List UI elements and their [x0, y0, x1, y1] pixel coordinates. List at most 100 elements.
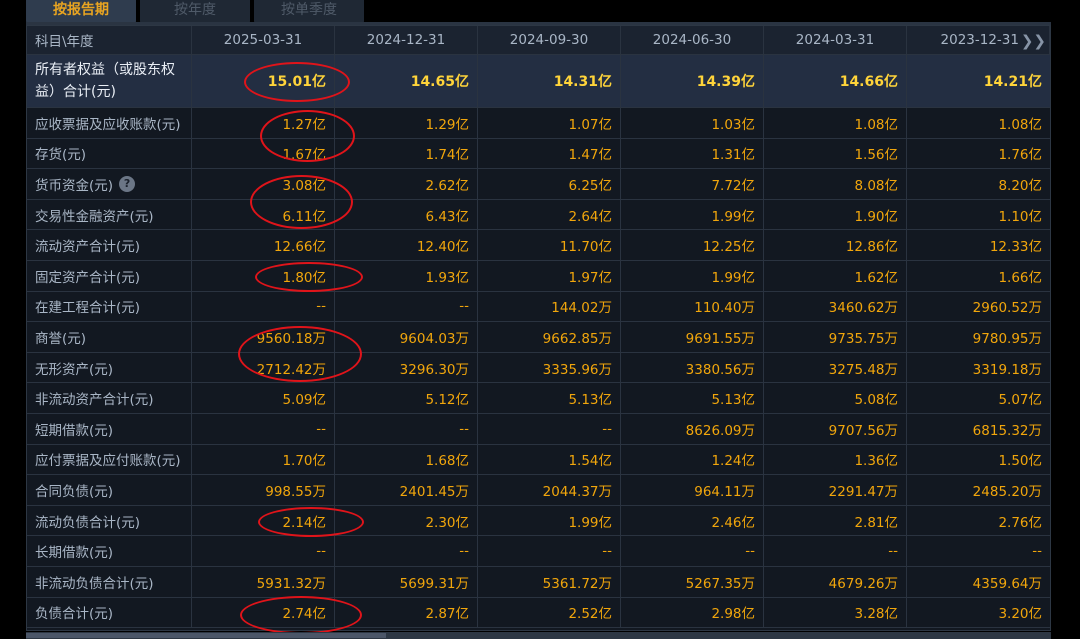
row-label: 非流动负债合计(元)	[27, 567, 192, 597]
table-cell: 1.93亿	[335, 261, 478, 291]
table-row: 在建工程合计(元) -- -- 144.02万 110.40万 3460.62万 2960.…	[27, 291, 1050, 323]
table-cell: 964.11万	[621, 475, 764, 505]
table-row: 长期借款(元) -- -- -- -- -- --	[27, 536, 1050, 567]
table-cell: 1.97亿	[478, 261, 621, 291]
table-row: 应收票据及应收账款(元) 1.27亿 1.29亿 1.07亿 1.03亿 1.08亿 1.0…	[27, 108, 1050, 139]
table-cell: --	[335, 536, 478, 566]
table-cell: 1.24亿	[621, 444, 764, 475]
row-label: 固定资产合计(元)	[27, 261, 192, 291]
table-cell: --	[335, 291, 478, 322]
table-cell: 2.87亿	[335, 597, 478, 628]
table-cell: 1.67亿	[192, 138, 335, 169]
table-cell: 12.86亿	[764, 230, 907, 260]
table-cell: 1.54亿	[478, 444, 621, 475]
row-label: 无形资产(元)	[27, 352, 192, 383]
tab-by-quarter[interactable]: 按单季度	[254, 0, 364, 23]
row-label-text: 流动负债合计(元)	[35, 514, 141, 531]
row-label: 货币资金(元)?	[27, 169, 192, 199]
table-row: 非流动资产合计(元) 5.09亿 5.12亿 5.13亿 5.13亿 5.08亿 5.07亿	[27, 383, 1050, 414]
table-cell: --	[478, 536, 621, 566]
row-label-text: 在建工程合计(元)	[35, 300, 141, 317]
table-row: 短期借款(元) -- -- -- 8626.09万 9707.56万 6815.32万	[27, 414, 1050, 445]
row-label-text: 交易性金融资产(元)	[35, 208, 154, 225]
table-cell: 12.33亿	[989, 239, 1042, 256]
balance-sheet-table: 科目\年度 2025-03-31 2024-12-31 2024-09-30 2…	[26, 25, 1051, 631]
row-label: 应付票据及应付账款(元)	[27, 444, 192, 475]
row-label: 非流动资产合计(元)	[27, 383, 192, 413]
row-label: 流动资产合计(元)	[27, 230, 192, 260]
report-tabs: 按报告期 按年度 按单季度	[26, 0, 364, 23]
table-cell: 1.31亿	[621, 138, 764, 169]
table-row: 货币资金(元)? 3.08亿 2.62亿 6.25亿 7.72亿 8.08亿 8.20亿	[27, 169, 1050, 200]
table-cell: 3.20亿	[998, 606, 1042, 623]
row-label: 所有者权益（或股东权 益）合计(元)	[27, 55, 192, 107]
row-label-text: 无形资产(元)	[35, 361, 114, 378]
table-cell: 1.99亿	[621, 199, 764, 230]
table-cell: --	[192, 536, 335, 566]
horizontal-scrollbar[interactable]	[26, 632, 1051, 639]
row-label-text: 货币资金(元)	[35, 177, 114, 194]
table-cell: 3319.18万	[972, 361, 1042, 378]
table-cell: 2712.42万	[192, 352, 335, 383]
table-cell: 11.70亿	[478, 230, 621, 260]
table-cell: --	[478, 414, 621, 444]
table-cell: 5699.31万	[335, 567, 478, 597]
table-cell: 3275.48万	[764, 352, 907, 383]
table-cell: 1.99亿	[621, 261, 764, 291]
table-cell: 2291.47万	[764, 475, 907, 505]
table-cell: 1.08亿	[764, 108, 907, 138]
table-cell: 15.01亿	[192, 55, 335, 107]
table-cell: 6815.32万	[972, 422, 1042, 439]
table-cell: 3380.56万	[621, 352, 764, 383]
row-label: 短期借款(元)	[27, 414, 192, 444]
table-cell: 9691.55万	[621, 322, 764, 352]
table-cell: --	[192, 414, 335, 444]
table-cell: 12.40亿	[335, 230, 478, 260]
row-label-text: 固定资产合计(元)	[35, 269, 141, 286]
tab-by-report-period[interactable]: 按报告期	[26, 0, 136, 23]
table-cell: 1.27亿	[192, 108, 335, 138]
row-label: 商誉(元)	[27, 322, 192, 352]
table-cell: 5361.72万	[478, 567, 621, 597]
table-cell: --	[764, 536, 907, 566]
table-cell: 5.09亿	[192, 383, 335, 413]
table-cell: --	[621, 536, 764, 566]
table-cell: 12.66亿	[192, 230, 335, 260]
table-cell: 6.11亿	[192, 199, 335, 230]
table-cell: 1.08亿	[998, 116, 1042, 133]
table-row: 流动资产合计(元) 12.66亿 12.40亿 11.70亿 12.25亿 12.86亿 1…	[27, 230, 1050, 261]
help-icon[interactable]: ?	[119, 175, 136, 192]
table-row: 非流动负债合计(元) 5931.32万 5699.31万 5361.72万 5267.3…	[27, 567, 1050, 598]
equity-label-line1: 所有者权益（或股东权	[35, 62, 175, 78]
row-label: 流动负债合计(元)	[27, 505, 192, 536]
double-chevron-right-icon[interactable]: ❯❯	[1021, 32, 1046, 50]
table-cell: 3.28亿	[764, 597, 907, 628]
table-cell: 9662.85万	[478, 322, 621, 352]
table-cell: 2401.45万	[335, 475, 478, 505]
table-cell: 6.25亿	[478, 169, 621, 199]
table-cell: 3296.30万	[335, 352, 478, 383]
table-cell: 5931.32万	[192, 567, 335, 597]
table-cell: 5267.35万	[621, 567, 764, 597]
row-label: 负债合计(元)	[27, 597, 192, 628]
scrollbar-thumb[interactable]	[26, 633, 386, 638]
table-row: 合同负债(元) 998.55万 2401.45万 2044.37万 964.11万 229…	[27, 475, 1050, 506]
row-label-text: 非流动负债合计(元)	[35, 575, 154, 592]
table-cell: 4679.26万	[764, 567, 907, 597]
table-cell: 5.12亿	[335, 383, 478, 413]
table-header-row: 科目\年度 2025-03-31 2024-12-31 2024-09-30 2…	[27, 26, 1050, 55]
table-cell: 144.02万	[478, 291, 621, 322]
table-cell: 5.13亿	[478, 383, 621, 413]
table-cell: 14.21亿	[983, 74, 1042, 90]
header-label: 科目\年度	[27, 26, 192, 54]
table-row: 存货(元) 1.67亿 1.74亿 1.47亿 1.31亿 1.56亿 1.76亿	[27, 138, 1050, 170]
table-cell: 2.30亿	[335, 505, 478, 536]
tab-by-year[interactable]: 按年度	[140, 0, 250, 23]
table-cell: 12.25亿	[621, 230, 764, 260]
table-cell: 1.70亿	[192, 444, 335, 475]
row-label-text: 合同负债(元)	[35, 483, 114, 500]
table-cell: 2.62亿	[335, 169, 478, 199]
table-row: 商誉(元) 9560.18万 9604.03万 9662.85万 9691.55万 973…	[27, 322, 1050, 353]
table-cell: 1.80亿	[192, 261, 335, 291]
header-date: 2025-03-31	[192, 26, 335, 54]
